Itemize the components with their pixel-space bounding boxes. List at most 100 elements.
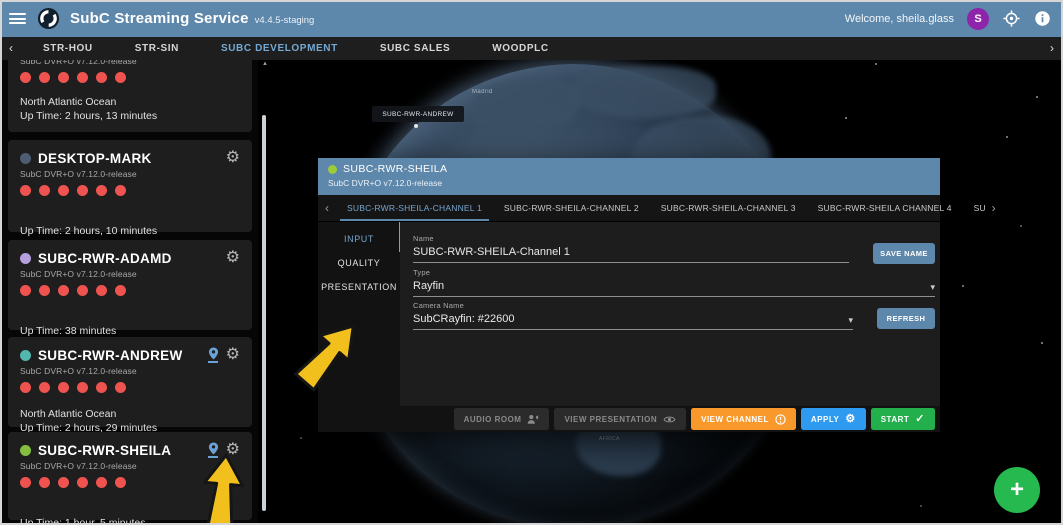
camera-field-value[interactable]: SubCRayfin: #22600 [413,313,515,325]
nav-quality[interactable]: QUALITY [318,258,400,268]
gear-icon[interactable]: ⚙ [226,250,240,266]
gear-icon[interactable]: ⚙ [226,150,240,166]
annotation-arrow-gear [195,450,252,525]
device-card-subc-rwr-adamd[interactable]: SUBC-RWR-ADAMD ⚙ SubC DVR+O v7.12.0-rele… [8,240,252,330]
welcome-text: Welcome, sheila.glass [845,13,954,25]
type-field[interactable]: Type Rayfin ▾ [413,268,935,297]
tab-channel-2[interactable]: SUBC-RWR-SHEILA-CHANNEL 2 [493,195,650,221]
gear-icon: ⚙ [845,414,855,425]
org-tabs-forward-icon[interactable]: › [1041,37,1063,60]
chevron-down-icon[interactable]: ▾ [930,283,935,292]
save-name-button[interactable]: SAVE NAME [873,243,935,264]
device-firmware: SubC DVR+O v7.12.0-release [20,60,240,66]
star [1041,342,1043,344]
start-button[interactable]: START ✓ [871,408,935,430]
nav-presentation[interactable]: PRESENTATION [318,282,400,292]
type-field-label: Type [413,268,935,277]
channel-status-dots [20,185,240,196]
audio-room-button[interactable]: AUDIO ROOM [454,408,550,430]
device-location: North Atlantic Ocean [20,408,240,420]
refresh-button[interactable]: REFRESH [877,308,935,329]
app-window: SubC Streaming Service v4.4.5-staging We… [0,0,1063,525]
device-firmware: SubC DVR+O v7.12.0-release [20,169,240,179]
device-status-dot [20,350,31,361]
channel-status-dots [20,72,240,83]
device-settings-dialog: SUBC-RWR-SHEILA SubC DVR+O v7.12.0-relea… [318,158,940,432]
device-name: SUBC-RWR-ADAMD [38,251,172,266]
add-button[interactable]: + [994,467,1040,513]
device-name: SUBC-RWR-ANDREW [38,348,182,363]
name-field-label: Name [413,234,849,243]
camera-field-label: Camera Name [413,301,853,310]
input-settings-panel: Name SUBC-RWR-SHEILA-Channel 1 SAVE NAME… [400,222,940,406]
channel-status-dots [20,285,240,296]
map-label-madrid: Madrid [472,89,493,95]
tab-subc-development[interactable]: SUBC DEVELOPMENT [200,37,359,60]
person-audio-icon [527,414,539,425]
device-status-dot [20,153,31,164]
device-uptime: Up Time: 38 minutes [20,325,240,337]
star [920,505,922,507]
channel-tabs-forward-icon[interactable]: › [985,195,1003,221]
dialog-header[interactable]: SUBC-RWR-SHEILA SubC DVR+O v7.12.0-relea… [318,158,940,195]
info-icon[interactable] [1033,10,1051,28]
channel-status-dots [20,382,240,393]
type-field-value[interactable]: Rayfin [413,280,444,292]
tab-channel-5[interactable]: SUBC-RWR-S [963,195,985,221]
tab-channel-1[interactable]: SUBC-RWR-SHEILA-CHANNEL 1 [336,195,493,221]
tab-subc-sales[interactable]: SUBC SALES [359,37,471,60]
view-presentation-button[interactable]: VIEW PRESENTATION [554,408,686,430]
device-card-subc-rwr-andrew[interactable]: SUBC-RWR-ANDREW ⚙ SubC DVR+O v7.12.0-rel… [8,337,252,427]
org-tab-bar: ‹ STR-HOU STR-SIN SUBC DEVELOPMENT SUBC … [0,37,1063,60]
name-field[interactable]: Name SUBC-RWR-SHEILA-Channel 1 [413,234,849,263]
device-uptime: Up Time: 2 hours, 13 minutes [20,110,240,122]
channel-tabs-back-icon[interactable]: ‹ [318,195,336,221]
dialog-action-bar: AUDIO ROOM VIEW PRESENTATION VIEW C [454,408,935,430]
tab-channel-4[interactable]: SUBC-RWR-SHEILA CHANNEL 4 [807,195,963,221]
device-card-partial[interactable]: SubC DVR+O v7.12.0-release North Atlanti… [8,60,252,132]
device-card-desktop-mark[interactable]: DESKTOP-MARK ⚙ SubC DVR+O v7.12.0-releas… [8,140,252,232]
chevron-down-icon[interactable]: ▾ [848,316,853,325]
eye-icon [663,415,676,424]
map-label-africa: AFRICA [599,436,620,442]
view-channel-button[interactable]: VIEW CHANNEL [691,408,796,430]
app-bar: SubC Streaming Service v4.4.5-staging We… [0,0,1063,37]
scrollbar-up-icon[interactable]: ▲ [262,61,268,67]
tab-str-hou[interactable]: STR-HOU [22,37,114,60]
location-pin-icon[interactable] [208,347,219,363]
globe-device-pin-label[interactable]: SUBC-RWR-ANDREW [372,106,464,122]
tab-woodplc[interactable]: WOODPLC [471,37,569,60]
tab-channel-3[interactable]: SUBC-RWR-SHEILA-CHANNEL 3 [650,195,807,221]
dialog-subtitle: SubC DVR+O v7.12.0-release [328,178,930,188]
check-icon: ✓ [915,414,925,425]
device-status-dot [20,253,31,264]
app-version: v4.4.5-staging [255,15,315,26]
menu-icon[interactable] [9,13,26,24]
star [1036,96,1038,98]
app-title: SubC Streaming Service [70,10,249,27]
device-firmware: SubC DVR+O v7.12.0-release [20,269,240,279]
nav-input[interactable]: INPUT [318,234,400,244]
channel-tab-bar: ‹ SUBC-RWR-SHEILA-CHANNEL 1 SUBC-RWR-SHE… [318,195,940,222]
device-firmware: SubC DVR+O v7.12.0-release [20,366,240,376]
avatar[interactable]: S [967,8,989,30]
sidebar-scrollbar[interactable] [262,115,266,511]
tab-str-sin[interactable]: STR-SIN [114,37,200,60]
star [962,285,964,287]
locate-icon[interactable] [1002,10,1020,28]
dialog-title: SUBC-RWR-SHEILA [343,163,447,175]
device-status-dot [20,445,31,456]
device-uptime: Up Time: 2 hours, 10 minutes [20,225,240,237]
device-name: DESKTOP-MARK [38,151,152,166]
dialog-status-dot [328,165,337,174]
star [1006,136,1008,138]
star [875,63,877,65]
apply-button[interactable]: APPLY ⚙ [801,408,866,430]
camera-name-field[interactable]: Camera Name SubCRayfin: #22600 ▾ [413,301,853,330]
subc-logo-icon [37,7,60,30]
name-field-value[interactable]: SUBC-RWR-SHEILA-Channel 1 [413,246,570,258]
star [845,117,847,119]
org-tabs-back-icon[interactable]: ‹ [0,37,22,60]
globe-pin-marker-icon [414,124,418,128]
gear-icon[interactable]: ⚙ [226,347,240,363]
